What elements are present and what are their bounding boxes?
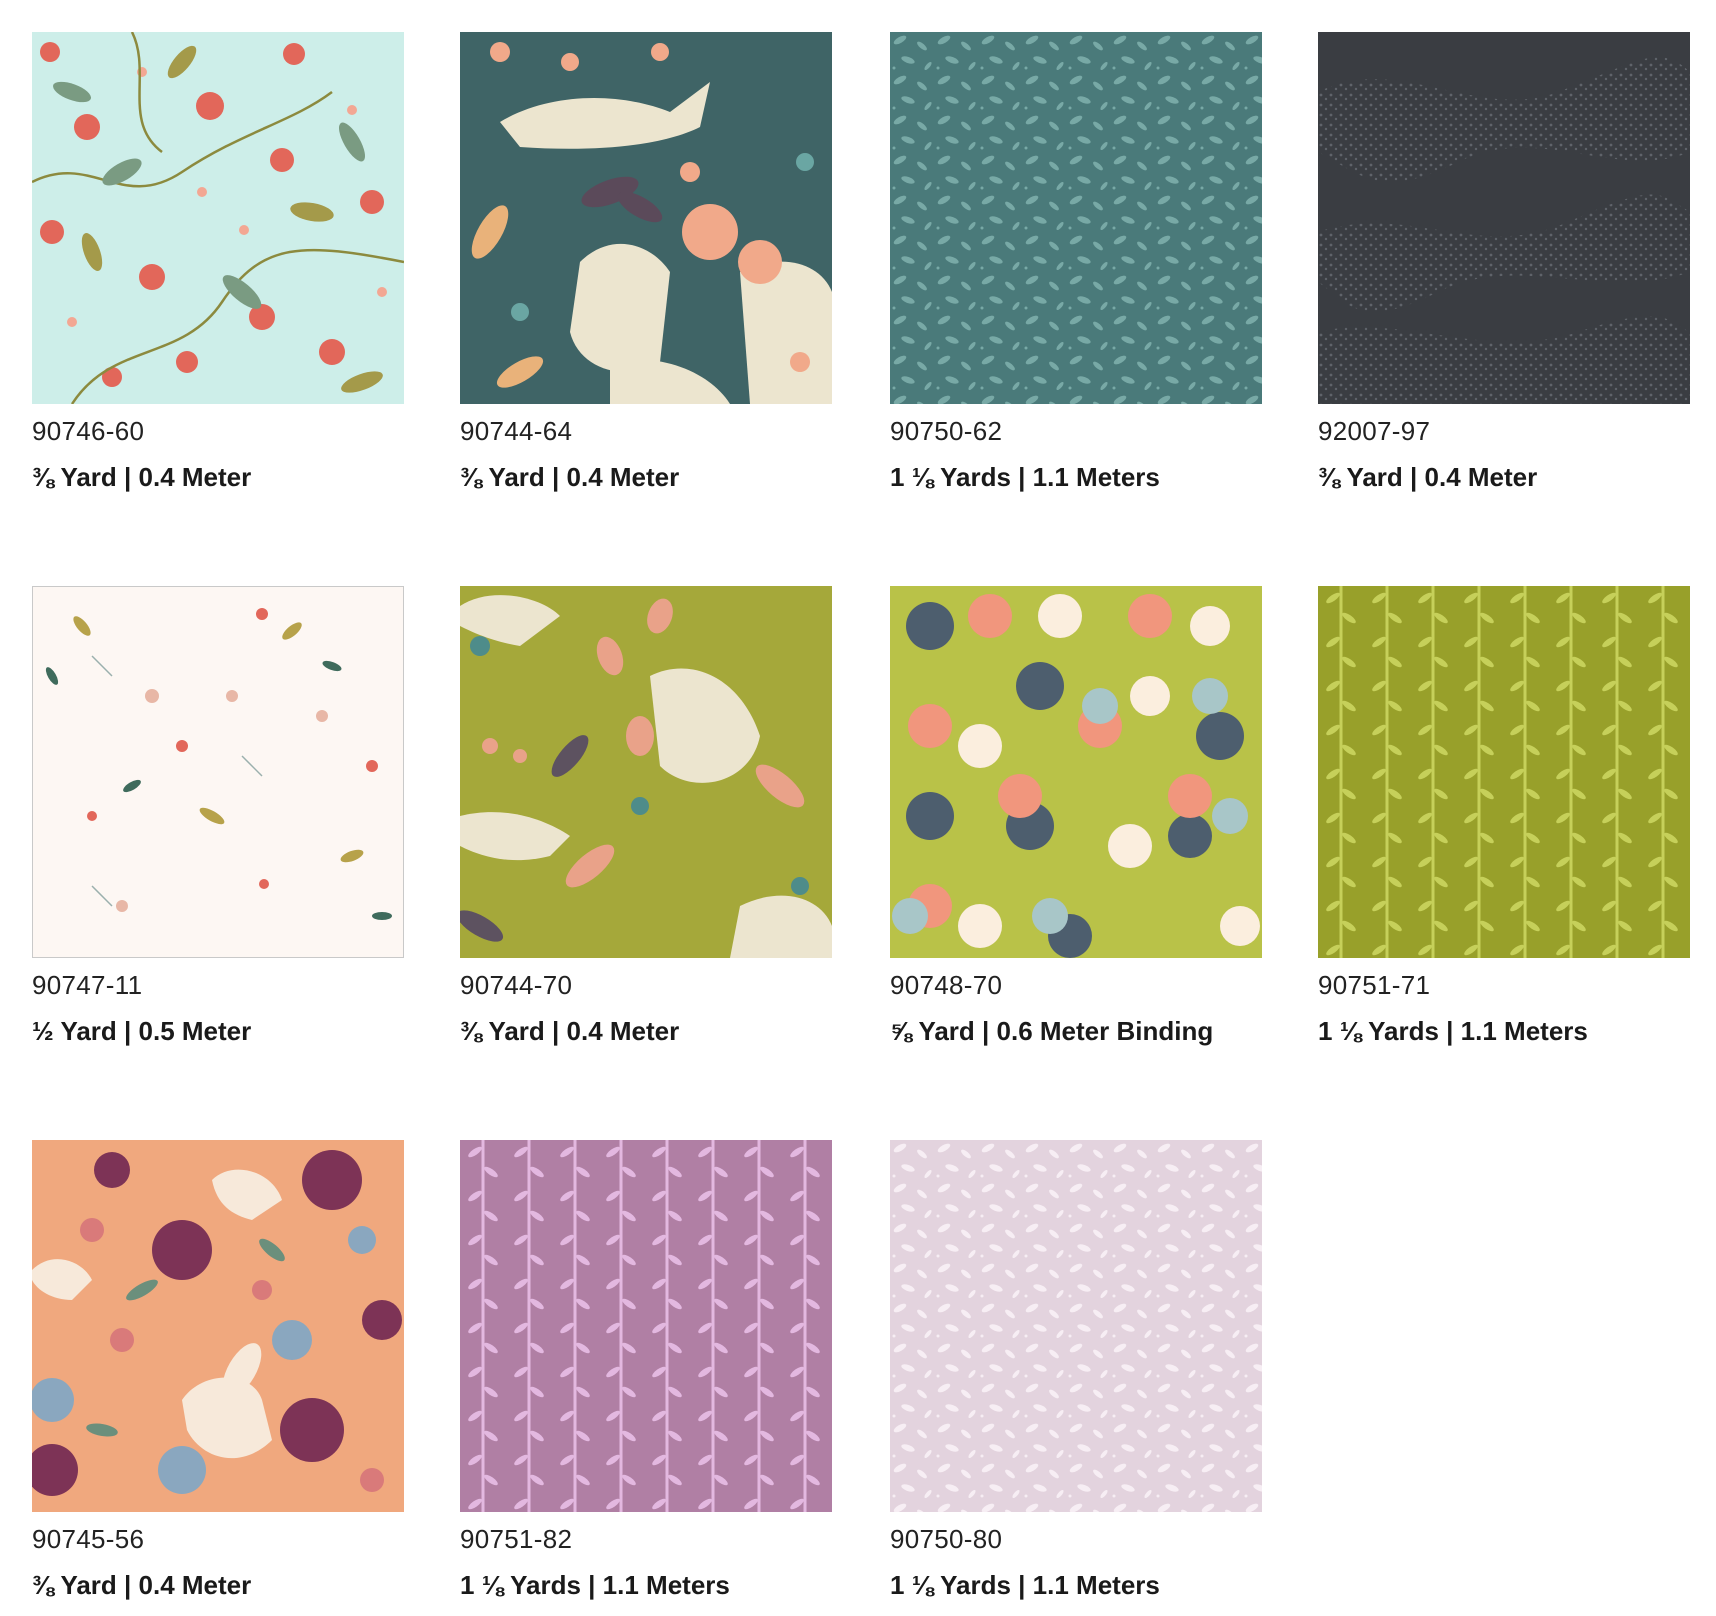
product-code: 90744-70 [460,970,573,1000]
yardage-label: ⅜ Yard | 0.4 Meter [460,462,680,492]
fabric-swatch-image[interactable] [1318,32,1690,404]
product-code: 90745-56 [32,1524,145,1554]
product-code: 92007-97 [1318,416,1431,446]
fabric-swatch-image[interactable] [890,586,1262,958]
yardage-label: 1 ⅛ Yards | 1.1 Meters [890,1570,1160,1600]
bunny-floral-pattern [32,1140,404,1512]
strawberry-floral-pattern [32,32,404,404]
dots-pattern [890,586,1262,958]
vine-stripe-pattern [460,1140,832,1512]
yardage-label: ⅜ Yard | 0.4 Meter [460,1016,680,1046]
product-code: 90750-62 [890,416,1003,446]
product-code: 90751-71 [1318,970,1431,1000]
fabric-swatch-image[interactable] [890,1140,1262,1512]
yardage-label: ⅜ Yard | 0.4 Meter [32,462,252,492]
yardage-label: 1 ⅛ Yards | 1.1 Meters [890,462,1160,492]
yardage-label: ½ Yard | 0.5 Meter [32,1016,252,1046]
product-code: 90751-82 [460,1524,573,1554]
product-code: 90748-70 [890,970,1003,1000]
stipple-waves-pattern [1318,32,1690,404]
yardage-label: 1 ⅛ Yards | 1.1 Meters [460,1570,730,1600]
fabric-swatch-image[interactable] [32,32,404,404]
yardage-label: 1 ⅛ Yards | 1.1 Meters [1318,1016,1588,1046]
fox-meadow-pattern [460,32,832,404]
fabric-swatch-image[interactable] [460,32,832,404]
leaf-scatter-pattern [890,1140,1262,1512]
product-code: 90750-80 [890,1524,1003,1554]
fabric-swatch-image[interactable] [890,32,1262,404]
product-code: 90746-60 [32,416,145,446]
yardage-label: ⅜ Yard | 0.4 Meter [32,1570,252,1600]
fabric-swatch-image[interactable] [32,1140,404,1512]
yardage-label: ⅝ Yard | 0.6 Meter Binding [890,1016,1214,1046]
fabric-swatch-image[interactable] [460,1140,832,1512]
fabric-swatch-image[interactable] [1318,586,1690,958]
tossed-sprigs-pattern [32,586,404,958]
fabric-swatch-image[interactable] [32,586,404,958]
fox-meadow-pattern [460,586,832,958]
yardage-label: ⅜ Yard | 0.4 Meter [1318,462,1538,492]
product-code: 90744-64 [460,416,573,446]
leaf-scatter-pattern [890,32,1262,404]
fabric-swatch-image[interactable] [460,586,832,958]
product-code: 90747-11 [32,970,143,1000]
vine-stripe-pattern [1318,586,1690,958]
